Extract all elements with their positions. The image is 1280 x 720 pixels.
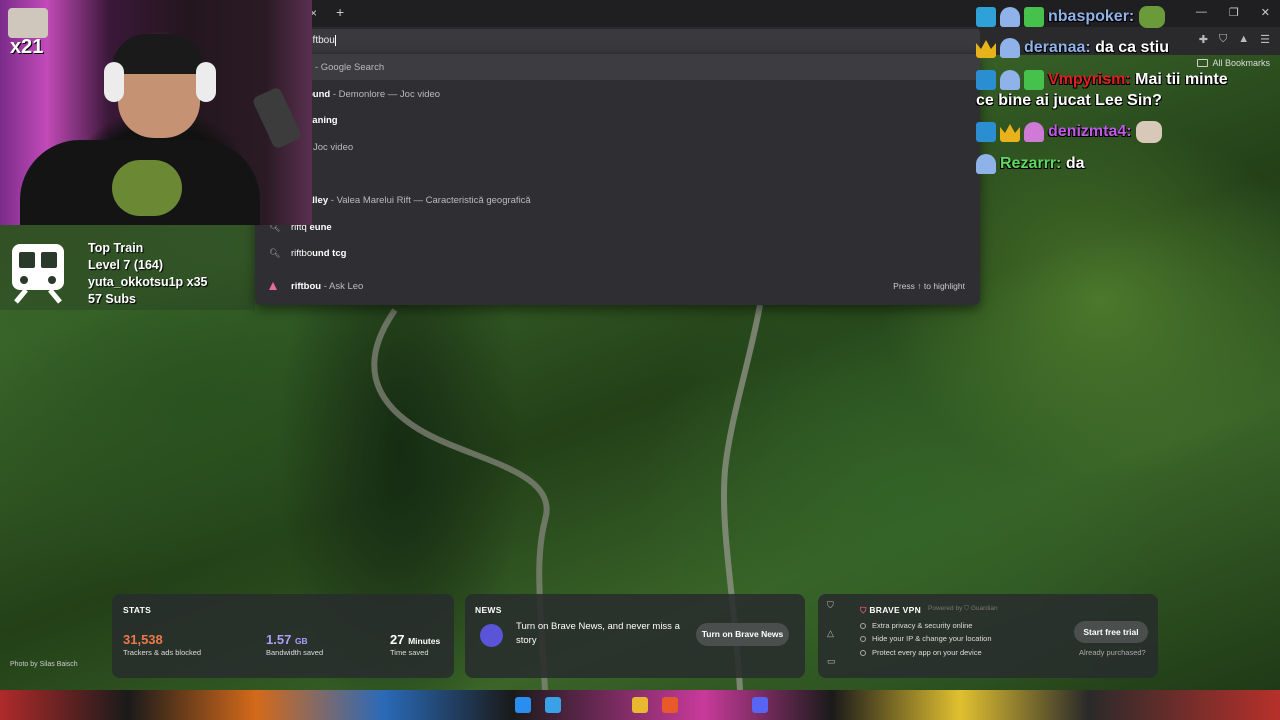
taskbar-app-icon[interactable] <box>545 697 561 713</box>
close-icon[interactable]: ✕ <box>1261 6 1270 19</box>
moderator-badge-icon <box>976 70 996 90</box>
text-caret <box>334 35 336 46</box>
streamer-beanie <box>112 34 204 74</box>
sub-train-top-user: yuta_okkotsu1p x35 <box>88 275 208 289</box>
stats-title: STATS <box>123 605 152 615</box>
gift-badge-icon <box>1024 7 1044 27</box>
check-icon <box>860 650 866 657</box>
suggestion-item[interactable]: ound - Demonlore — Joc video <box>255 81 980 107</box>
new-tab-button[interactable]: + <box>336 4 344 20</box>
shield-icon[interactable]: ⛉ <box>827 600 834 611</box>
chat-message-continued: ce bine ai jucat Lee Sin? <box>976 92 1162 109</box>
train-icon <box>12 244 64 304</box>
suggestion-item-ask-leo[interactable]: riftbou - Ask Leo Press ↑ to highlight <box>255 273 980 299</box>
ghost-badge-icon <box>1000 7 1020 27</box>
window-controls: — ❐ ✕ <box>1196 6 1270 19</box>
omnibox-suggestions: u - Google Search ound - Demonlore — Joc… <box>255 53 980 305</box>
vpn-feature: Extra privacy & security online <box>860 621 972 630</box>
chat-message: deranaa: da ca stiu <box>976 38 1169 58</box>
suggestion-item[interactable]: 🔍︎ riftbound tcg <box>255 240 980 266</box>
time-label: Time saved <box>390 648 429 657</box>
crown-badge-icon <box>976 40 996 58</box>
microphone <box>251 86 303 150</box>
chat-message: nbaspoker: <box>976 6 1165 28</box>
trackers-label: Trackers & ads blocked <box>123 648 202 657</box>
start-free-trial-button[interactable]: Start free trial <box>1074 621 1148 643</box>
turn-on-news-button[interactable]: Turn on Brave News <box>696 623 789 646</box>
suggestion-item[interactable]: eaning <box>255 107 980 133</box>
chat-message: Vmpyrism: Mai tii minte <box>976 70 1228 90</box>
file-explorer-icon[interactable] <box>632 697 648 713</box>
ghost-badge-icon <box>976 154 996 174</box>
chat-message: denizmta4: <box>976 121 1163 143</box>
suggestion-item[interactable]: Joc video <box>255 134 980 160</box>
shield-icon[interactable]: ⛉ <box>1219 33 1227 46</box>
vpn-feature: Hide your IP & change your location <box>860 634 992 643</box>
all-bookmarks-label: All Bookmarks <box>1212 58 1270 68</box>
all-bookmarks-button[interactable]: All Bookmarks <box>1197 58 1270 68</box>
ghost-badge-icon <box>1000 38 1020 58</box>
ghost-badge-icon <box>1000 70 1020 90</box>
suggestion-item[interactable]: u - Google Search <box>255 54 980 80</box>
discord-icon[interactable] <box>752 697 768 713</box>
menu-icon[interactable]: ☰ <box>1260 33 1270 46</box>
folder-icon <box>1197 59 1209 67</box>
search-icon: 🔍︎ <box>269 247 281 258</box>
sub-train-level: Level 7 (164) <box>88 258 164 272</box>
trackers-value: 31,538 <box>123 632 163 647</box>
warning-icon[interactable]: △ <box>827 628 834 639</box>
leo-icon <box>269 282 277 290</box>
sub-train-subs: 57 Subs <box>88 292 136 306</box>
shirt-print <box>112 160 182 216</box>
vpn-title: ⛉ BRAVE VPN <box>860 605 922 615</box>
check-icon <box>860 636 866 643</box>
chat-message: Rezarrr: da <box>976 154 1084 174</box>
maximize-icon[interactable]: ❐ <box>1229 6 1239 19</box>
photo-credit: Photo by Silas Baisch <box>10 661 78 668</box>
time-value: 27 Minutes <box>390 632 441 647</box>
sub-train-text: Top Train Level 7 (164) yuta_okkotsu1p x… <box>88 240 208 308</box>
headphone-left <box>104 62 124 102</box>
webcam-overlay: x21 <box>0 0 312 225</box>
toolbar-icons: ✚ ⛉ ▲ ☰ <box>1199 33 1270 46</box>
suggestion-item[interactable] <box>255 160 980 186</box>
bandwidth-value: 1.57 GB <box>266 632 308 647</box>
headphone-right <box>196 62 216 102</box>
suggestion-item[interactable]: alley - Valea Marelui Rift — Caracterist… <box>255 187 980 213</box>
news-text: Turn on Brave News, and never miss a sto… <box>516 621 680 646</box>
news-icon <box>480 624 503 647</box>
gift-badge-icon <box>1024 70 1044 90</box>
check-icon <box>860 623 866 630</box>
screen-icon[interactable]: ▭ <box>827 656 836 667</box>
moderator-badge-icon <box>976 122 996 142</box>
minimize-icon[interactable]: — <box>1196 6 1207 19</box>
windows-start-icon[interactable] <box>515 697 531 713</box>
sub-train-title: Top Train <box>88 241 144 255</box>
brave-rewards-icon[interactable]: ▲ <box>1238 33 1249 46</box>
suggestion-item[interactable]: 🔍︎ riftq eune <box>255 214 980 240</box>
bits-badge-icon <box>976 7 996 27</box>
crown-badge-icon <box>1000 124 1020 142</box>
extensions-icon[interactable]: ✚ <box>1199 33 1208 46</box>
news-title: NEWS <box>475 605 502 615</box>
address-bar[interactable]: riftbou <box>255 29 980 53</box>
sub-count-badge: x21 <box>10 36 44 58</box>
bandwidth-label: Bandwidth saved <box>266 648 324 657</box>
widget-side-nav: ⛉ △ ▭ <box>818 594 846 678</box>
pepe-emote-icon <box>1138 6 1165 28</box>
already-purchased-link[interactable]: Already purchased? <box>1079 648 1146 657</box>
vpn-feature: Protect every app on your device <box>860 648 982 657</box>
vpn-powered-by: Powered by ⛉ Guardian <box>928 605 998 612</box>
cat-emote-icon <box>8 8 48 38</box>
brave-browser-icon[interactable] <box>662 697 678 713</box>
pink-ghost-badge-icon <box>1024 122 1044 142</box>
cat-emote-icon <box>1136 121 1163 143</box>
press-hint: Press ↑ to highlight <box>893 281 965 291</box>
